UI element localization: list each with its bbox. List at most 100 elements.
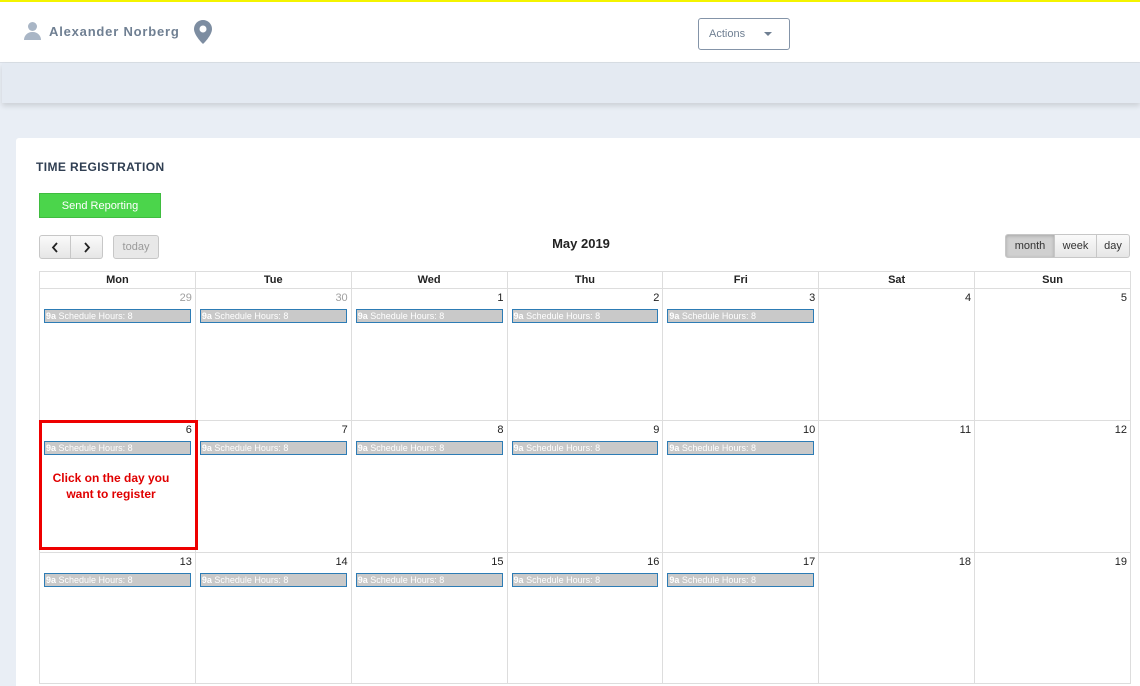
- instruction-hint: Click on the day you want to register: [52, 471, 170, 501]
- event-title: Schedule Hours: 8: [681, 311, 756, 321]
- day-number: 14: [335, 556, 348, 568]
- top-bar: Alexander Norberg Actions: [0, 0, 1140, 63]
- event-time: 9a: [46, 443, 57, 453]
- day-cell[interactable]: 29 9a Schedule Hours: 8: [39, 288, 196, 421]
- weekday-header-row: Mon Tue Wed Thu Fri Sat Sun: [39, 271, 1131, 289]
- schedule-event[interactable]: 9a Schedule Hours: 8: [667, 573, 815, 587]
- user-icon: [24, 22, 41, 40]
- weekday-header: Mon: [39, 271, 196, 289]
- schedule-event[interactable]: 9a Schedule Hours: 8: [667, 441, 815, 455]
- week-row: 29 9a Schedule Hours: 8 30 9a Schedule Hour…: [39, 288, 1131, 421]
- schedule-event[interactable]: 9a Schedule Hours: 8: [511, 309, 659, 323]
- day-number: 18: [958, 556, 972, 568]
- day-number: 3: [809, 292, 816, 304]
- send-reporting-button[interactable]: Send Reporting: [39, 193, 161, 218]
- day-cell[interactable]: 3 9a Schedule Hours: 8: [662, 288, 820, 421]
- schedule-event[interactable]: 9a Schedule Hours: 8: [44, 309, 191, 323]
- day-number: 8: [497, 424, 504, 436]
- day-cell[interactable]: 9 9a Schedule Hours: 8: [506, 420, 664, 553]
- day-number: 16: [647, 556, 660, 568]
- schedule-event[interactable]: 9a Schedule Hours: 8: [44, 573, 191, 587]
- day-cell[interactable]: 10 9a Schedule Hours: 8: [662, 420, 820, 553]
- day-number: 12: [1114, 424, 1127, 436]
- chevron-down-icon: [764, 32, 772, 36]
- day-number: 9: [653, 424, 660, 436]
- day-cell[interactable]: 14 9a Schedule Hours: 8: [194, 552, 352, 684]
- sub-header-band: [2, 63, 1140, 103]
- prev-month-button[interactable]: [39, 235, 71, 259]
- day-cell[interactable]: 7 9a Schedule Hours: 8: [194, 420, 352, 553]
- event-time: 9a: [46, 575, 57, 585]
- weekday-header: Fri: [662, 271, 820, 289]
- schedule-event[interactable]: 9a Schedule Hours: 8: [667, 309, 815, 323]
- week-row: 13 9a Schedule Hours: 8 14 9a Schedule Hour…: [39, 552, 1131, 684]
- day-cell[interactable]: 12: [974, 420, 1131, 553]
- day-number: 15: [491, 556, 504, 568]
- week-row: 6 9a Schedule Hours: 8 7 9a Schedule Hours:…: [39, 420, 1131, 553]
- schedule-event[interactable]: 9a Schedule Hours: 8: [355, 309, 503, 323]
- event-time: 9a: [201, 575, 212, 585]
- month-calendar-grid: Mon Tue Wed Thu Fri Sat Sun 29 9a Schedul…: [39, 271, 1131, 684]
- event-title: Schedule Hours: 8: [58, 575, 133, 585]
- event-title: Schedule Hours: 8: [526, 443, 601, 453]
- event-time: 9a: [357, 443, 368, 453]
- day-number: 10: [802, 424, 816, 436]
- schedule-event[interactable]: 9a Schedule Hours: 8: [511, 441, 659, 455]
- actions-label: Actions: [709, 28, 746, 40]
- time-registration-card: TIME REGISTRATION Send Reporting today M…: [16, 138, 1140, 686]
- day-number: 29: [179, 292, 192, 304]
- day-cell[interactable]: 18: [818, 552, 976, 684]
- schedule-event[interactable]: 9a Schedule Hours: 8: [511, 573, 659, 587]
- schedule-event[interactable]: 9a Schedule Hours: 8: [355, 441, 503, 455]
- event-time: 9a: [513, 575, 524, 585]
- schedule-event[interactable]: 9a Schedule Hours: 8: [355, 573, 503, 587]
- event-time: 9a: [357, 311, 368, 321]
- event-time: 9a: [201, 311, 212, 321]
- week-view-button[interactable]: week: [1055, 234, 1097, 258]
- month-view-button[interactable]: month: [1005, 234, 1055, 258]
- day-cell[interactable]: 30 9a Schedule Hours: 8: [194, 288, 352, 421]
- day-cell[interactable]: 13 9a Schedule Hours: 8: [39, 552, 196, 684]
- event-title: Schedule Hours: 8: [58, 443, 133, 453]
- event-title: Schedule Hours: 8: [370, 311, 445, 321]
- event-title: Schedule Hours: 8: [370, 443, 445, 453]
- today-button[interactable]: today: [113, 235, 159, 259]
- day-cell[interactable]: 1 9a Schedule Hours: 8: [350, 288, 508, 421]
- event-title: Schedule Hours: 8: [681, 443, 756, 453]
- event-title: Schedule Hours: 8: [681, 575, 756, 585]
- day-cell[interactable]: 17 9a Schedule Hours: 8: [662, 552, 820, 684]
- day-cell[interactable]: 4: [818, 288, 976, 421]
- day-cell[interactable]: 16 9a Schedule Hours: 8: [506, 552, 664, 684]
- weekday-header: Thu: [506, 271, 664, 289]
- user-name: Alexander Norberg: [49, 23, 180, 39]
- day-cell[interactable]: 8 9a Schedule Hours: 8: [350, 420, 508, 553]
- day-cell[interactable]: 15 9a Schedule Hours: 8: [350, 552, 508, 684]
- event-time: 9a: [357, 575, 368, 585]
- next-month-button[interactable]: [71, 235, 103, 259]
- day-number: 4: [964, 292, 972, 304]
- calendar-title: May 2019: [552, 236, 610, 251]
- day-number: 2: [653, 292, 660, 304]
- schedule-event[interactable]: 9a Schedule Hours: 8: [199, 441, 347, 455]
- day-number: 13: [179, 556, 192, 568]
- schedule-event[interactable]: 9a Schedule Hours: 8: [44, 441, 191, 455]
- event-title: Schedule Hours: 8: [58, 311, 133, 321]
- day-cell[interactable]: 11: [818, 420, 976, 553]
- user-info[interactable]: Alexander Norberg: [24, 22, 180, 40]
- day-cell[interactable]: 19: [974, 552, 1131, 684]
- event-title: Schedule Hours: 8: [214, 311, 289, 321]
- location-pin-icon[interactable]: [194, 20, 212, 44]
- day-cell[interactable]: 5: [974, 288, 1131, 421]
- schedule-event[interactable]: 9a Schedule Hours: 8: [199, 309, 347, 323]
- schedule-event[interactable]: 9a Schedule Hours: 8: [199, 573, 347, 587]
- event-title: Schedule Hours: 8: [526, 575, 601, 585]
- weekday-header: Sun: [974, 271, 1131, 289]
- day-number: 6: [185, 424, 192, 436]
- event-time: 9a: [513, 311, 524, 321]
- day-view-button[interactable]: day: [1097, 234, 1130, 258]
- weekday-header: Tue: [194, 271, 352, 289]
- actions-dropdown[interactable]: Actions: [698, 18, 790, 50]
- day-cell[interactable]: 2 9a Schedule Hours: 8: [506, 288, 664, 421]
- event-time: 9a: [669, 443, 680, 453]
- weekday-header: Sat: [818, 271, 976, 289]
